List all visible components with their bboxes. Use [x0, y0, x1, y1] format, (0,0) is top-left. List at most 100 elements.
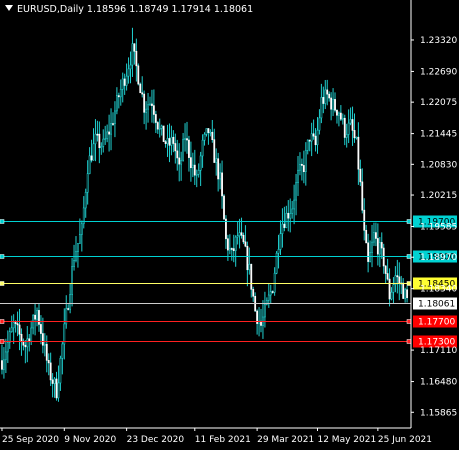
- candle: [203, 132, 206, 146]
- candle: [115, 87, 118, 115]
- price-axis: 1.23320 1.22690 1.22075 1.21445 1.20830 1.202…: [410, 0, 457, 428]
- candle: [359, 159, 362, 187]
- candle: [299, 152, 301, 176]
- candle: [267, 283, 270, 308]
- candle: [234, 235, 237, 267]
- candle: [293, 184, 296, 225]
- candle: [205, 128, 208, 137]
- candle: [199, 151, 202, 187]
- candle: [94, 119, 97, 162]
- level-handle-right[interactable]: [406, 254, 412, 259]
- candle: [271, 290, 274, 294]
- chart-window: 1.19700 1.19000 1.18450 1.18061 1.17700 1.173…: [0, 0, 459, 450]
- candle: [65, 295, 68, 329]
- candle: [82, 196, 85, 229]
- candle: [71, 257, 73, 307]
- candle: [338, 111, 340, 127]
- candle: [102, 129, 105, 153]
- candle: [59, 355, 62, 391]
- candle: [14, 320, 17, 333]
- candle: [225, 215, 227, 249]
- candle: [110, 108, 112, 151]
- candle: [47, 353, 50, 376]
- candle: [207, 128, 210, 145]
- level-handle-left[interactable]: [0, 319, 5, 324]
- y-tick-label: 1.21445: [420, 130, 457, 140]
- price-level-line[interactable]: 1.17300: [0, 335, 457, 348]
- candle: [197, 163, 200, 178]
- candle: [402, 278, 405, 299]
- candle: [73, 244, 75, 271]
- y-tick-label: 1.18970: [420, 253, 457, 263]
- candle: [404, 287, 407, 303]
- candle: [297, 156, 299, 196]
- candle: [61, 341, 64, 375]
- level-handle-right[interactable]: [406, 319, 412, 324]
- candle: [106, 124, 109, 143]
- candle: [223, 194, 225, 220]
- collapse-triangle-icon[interactable]: [5, 5, 13, 11]
- candle: [252, 286, 255, 302]
- candle: [363, 198, 366, 241]
- candle: [242, 232, 245, 245]
- candle: [375, 222, 377, 247]
- candle: [8, 327, 11, 349]
- candle: [304, 142, 307, 186]
- candle: [332, 88, 334, 117]
- candle: [86, 160, 89, 205]
- candle: [273, 267, 276, 296]
- candle: [322, 86, 325, 114]
- chart-header: EURUSD,Daily 1.18596 1.18749 1.17914 1.1…: [5, 4, 253, 15]
- candle: [301, 158, 303, 181]
- candle: [371, 224, 373, 268]
- candle: [382, 243, 385, 274]
- candle: [69, 283, 72, 314]
- candle: [365, 224, 368, 244]
- candle: [357, 122, 360, 185]
- candle: [80, 220, 83, 252]
- candle: [156, 121, 159, 134]
- candle: [112, 112, 114, 126]
- candle: [336, 109, 338, 124]
- candle: [369, 240, 371, 263]
- y-tick-label: 1.15865: [420, 408, 457, 418]
- candle: [295, 173, 297, 216]
- level-handle-right[interactable]: [406, 219, 412, 224]
- candle: [84, 188, 87, 218]
- candle: [378, 237, 381, 268]
- candle: [78, 218, 81, 244]
- candle: [34, 303, 36, 336]
- price-level-line[interactable]: 1.19000: [0, 250, 457, 263]
- candle: [174, 133, 177, 164]
- candle: [302, 150, 305, 184]
- level-handle-left[interactable]: [0, 219, 5, 224]
- candle: [135, 38, 138, 82]
- candle: [1, 344, 3, 375]
- candle: [248, 247, 251, 275]
- x-tick-label: 12 May 2021: [317, 435, 376, 445]
- candle: [316, 117, 319, 154]
- candle: [388, 268, 391, 307]
- candle: [324, 79, 327, 110]
- candle: [213, 128, 216, 163]
- price-level-line[interactable]: 1.19700: [0, 215, 457, 228]
- candle: [289, 198, 292, 233]
- candle: [330, 92, 333, 121]
- level-handle-left[interactable]: [0, 281, 5, 286]
- candle: [189, 141, 192, 182]
- level-handle-left[interactable]: [0, 254, 5, 259]
- candle: [51, 373, 54, 398]
- time-axis: 25 Sep 2020 9 Nov 2020 23 Dec 2020 11 Feb 2…: [0, 427, 432, 445]
- candle: [16, 311, 19, 337]
- candle: [373, 222, 375, 246]
- candle: [219, 163, 222, 190]
- candle: [75, 236, 77, 263]
- candle: [22, 338, 25, 351]
- candle: [180, 151, 183, 181]
- price-level-line[interactable]: 1.17700: [0, 315, 457, 328]
- level-handle-right[interactable]: [406, 339, 412, 344]
- candle: [164, 139, 167, 148]
- level-handle-right[interactable]: [406, 281, 412, 286]
- y-tick-label: 1.18340: [420, 285, 457, 295]
- level-handle-left[interactable]: [0, 339, 5, 344]
